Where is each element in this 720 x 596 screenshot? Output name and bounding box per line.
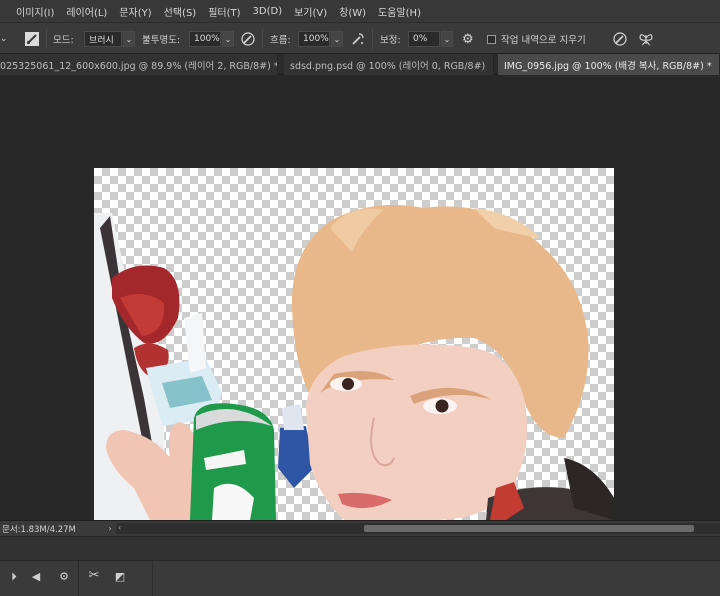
erase-to-history-toggle[interactable]: 작업 내역으로 지우기 [487, 23, 586, 55]
smoothing-field[interactable]: 0% ⌄ [408, 23, 453, 55]
mode-label: 모드: [53, 35, 74, 46]
tab-document-3[interactable]: IMG_0956.jpg @ 100% (배경 복사, RGB/8#) * × [498, 54, 720, 75]
menu-select[interactable]: 선택(S) [164, 4, 197, 19]
mode-value[interactable]: 브러시 [84, 31, 122, 47]
menu-help[interactable]: 도움말(H) [378, 4, 421, 19]
pressure-size-button[interactable] [612, 23, 628, 55]
opacity-value[interactable]: 100% [189, 31, 221, 47]
flow-value[interactable]: 100% [298, 31, 330, 47]
scrollbar-thumb[interactable] [364, 525, 694, 532]
timeline-panel: ⏵ ◀ ⚙ ✂ ◩ [0, 560, 720, 596]
play-icon[interactable]: ⏵ [6, 570, 22, 584]
gear-icon[interactable]: ⚙ [56, 570, 72, 583]
transition-icon[interactable]: ◩ [112, 570, 128, 583]
symmetry-button[interactable] [638, 23, 654, 55]
document-canvas[interactable] [94, 168, 614, 520]
document-tab-bar: 4025325061_12_600x600.jpg @ 89.9% (레이어 2… [0, 54, 720, 75]
airbrush-button[interactable] [350, 23, 366, 55]
opacity-field[interactable]: 100% ⌄ [189, 23, 234, 55]
menu-3d[interactable]: 3D(D) [253, 6, 283, 17]
options-divider [372, 29, 373, 49]
pressure-pen-icon [241, 32, 255, 46]
smoothing-settings-button[interactable]: ⚙ [462, 23, 474, 55]
menu-filter[interactable]: 필터(T) [208, 4, 240, 19]
options-divider [46, 29, 47, 49]
panel-header [0, 536, 720, 560]
tab-document-1[interactable]: 4025325061_12_600x600.jpg @ 89.9% (레이어 2… [0, 54, 278, 75]
tab-document-2[interactable]: sdsd.png.psd @ 100% (레이어 0, RGB/8#) × [284, 54, 494, 75]
document-size: 문서:1.83M/4.27M [2, 524, 76, 535]
menu-bar: 이미지(I) 레이어(L) 문자(Y) 선택(S) 필터(T) 3D(D) 보기… [0, 0, 720, 22]
menu-type[interactable]: 문자(Y) [119, 4, 151, 19]
menu-window[interactable]: 창(W) [339, 4, 366, 19]
volume-icon[interactable]: ◀ [28, 570, 44, 583]
opacity-label: 불투명도: [142, 35, 181, 46]
smoothing-label: 보정: [380, 35, 401, 46]
brush-panel-toggle[interactable] [24, 23, 40, 55]
pressure-opacity-button[interactable] [240, 23, 256, 55]
scissors-icon[interactable]: ✂ [86, 568, 102, 583]
erase-to-history-checkbox[interactable] [487, 34, 496, 44]
status-bar: 문서:1.83M/4.27M › ‹ [0, 520, 720, 536]
close-icon[interactable]: × [493, 59, 494, 70]
status-menu-arrow[interactable]: › [104, 524, 116, 533]
smoothing-value[interactable]: 0% [408, 31, 440, 47]
tool-options-bar: ⌄ 모드: 브러시 ⌄ 불투명도: 100% ⌄ 흐름: 100% ⌄ 보정: … [0, 22, 720, 54]
horizontal-scrollbar[interactable]: ‹ [116, 523, 720, 534]
flow-label: 흐름: [270, 35, 291, 46]
tab-label: 4025325061_12_600x600.jpg @ 89.9% (레이어 2… [0, 60, 278, 72]
chevron-down-icon[interactable]: ⌄ [123, 31, 135, 47]
photo-layer [94, 204, 614, 520]
chevron-down-icon[interactable]: ⌄ [331, 31, 343, 47]
brush-panel-icon [25, 32, 39, 46]
scroll-left-icon[interactable]: ‹ [118, 523, 121, 532]
pressure-pen-icon [613, 32, 627, 46]
gear-icon: ⚙ [462, 31, 474, 47]
menu-view[interactable]: 보기(V) [294, 4, 327, 19]
chevron-down-icon[interactable]: ⌄ [222, 31, 234, 47]
erase-to-history-label: 작업 내역으로 지우기 [501, 35, 586, 46]
airbrush-icon [352, 33, 364, 45]
mode-select[interactable]: 브러시 ⌄ [84, 23, 135, 55]
options-divider [262, 29, 263, 49]
timeline-divider [152, 561, 153, 596]
canvas-workspace[interactable] [0, 75, 720, 520]
tool-preset-picker[interactable]: ⌄ [0, 23, 8, 55]
butterfly-icon [639, 34, 653, 46]
menu-image[interactable]: 이미지(I) [16, 4, 54, 19]
timeline-divider [78, 561, 79, 596]
tab-label: IMG_0956.jpg @ 100% (배경 복사, RGB/8#) * [504, 60, 712, 72]
flow-field[interactable]: 100% ⌄ [298, 23, 343, 55]
tab-label: sdsd.png.psd @ 100% (레이어 0, RGB/8#) [290, 60, 486, 72]
chevron-down-icon[interactable]: ⌄ [441, 31, 453, 47]
menu-layer[interactable]: 레이어(L) [66, 4, 107, 19]
chevron-down-icon: ⌄ [0, 34, 8, 44]
